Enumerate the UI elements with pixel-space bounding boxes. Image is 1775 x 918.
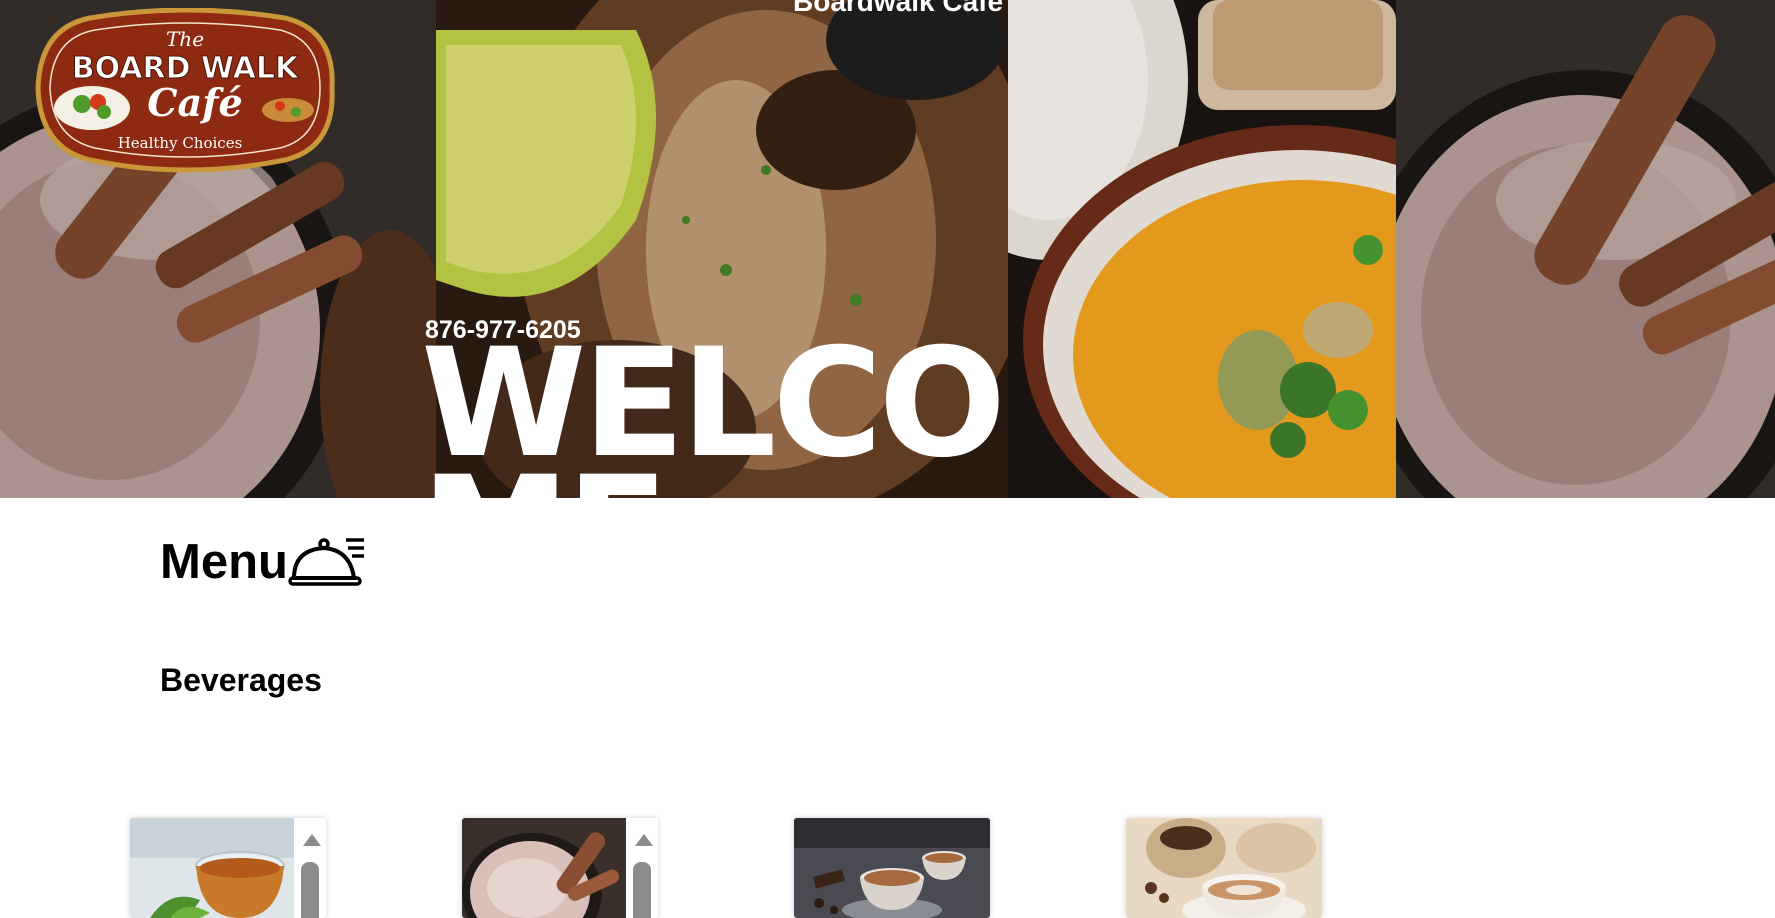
menu-card-hot-chocolate[interactable] [462, 818, 658, 918]
scroll-thumb[interactable] [633, 862, 651, 918]
menu-heading: Menu [160, 530, 366, 590]
logo-text-tagline: Healthy Choices [118, 134, 243, 152]
card-scrollbar[interactable] [294, 818, 326, 918]
hot-chocolate-image [462, 818, 626, 918]
scroll-up-arrow-icon[interactable] [303, 834, 321, 846]
hero-banner: The BOARD WALK Café Healthy Choices Boar… [0, 0, 1775, 498]
latte-coffee-beans-image [1126, 818, 1322, 918]
hero-image-hot-chocolate-2 [1396, 0, 1775, 498]
hero-image-curry-soup [1008, 0, 1396, 498]
section-title-beverages: Beverages [160, 662, 322, 698]
food-cloche-icon [288, 530, 366, 590]
menu-card-latte[interactable] [1126, 818, 1322, 918]
scroll-thumb[interactable] [301, 862, 319, 918]
menu-title: Menu [160, 535, 288, 589]
menu-card-herbal-tea[interactable] [130, 818, 326, 918]
card-scrollbar[interactable] [626, 818, 658, 918]
logo-text-cafe: Café [147, 80, 242, 125]
scroll-up-arrow-icon[interactable] [635, 834, 653, 846]
cappuccino-cups-image [794, 818, 990, 918]
herbal-tea-image [130, 818, 294, 918]
menu-card-cappuccino[interactable] [794, 818, 990, 918]
welcome-heading: WELCOME [421, 340, 1006, 498]
logo-text-the: The [166, 27, 204, 51]
site-title: Boardwalk Cafe [793, 0, 1004, 17]
site-logo[interactable]: The BOARD WALK Café Healthy Choices [30, 8, 340, 173]
